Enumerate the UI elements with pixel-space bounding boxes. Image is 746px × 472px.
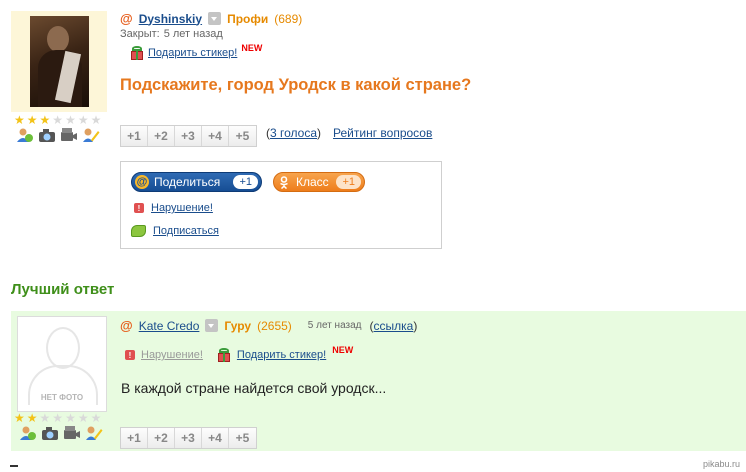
subscribe-row: Подписаться	[131, 225, 219, 237]
author-rank: Профи	[227, 11, 269, 26]
star-icon: ★	[77, 411, 89, 425]
ok-class-label: Класс	[296, 175, 329, 189]
answer-author-points: (2655)	[257, 318, 292, 333]
vote-plus-3[interactable]: +3	[175, 428, 202, 448]
vote-plus-4[interactable]: +4	[202, 428, 229, 448]
question-author-row: @ Dyshinskiy Профи (689)	[120, 11, 302, 26]
user-rating-stars: ★ ★ ★ ★ ★ ★ ★	[14, 114, 101, 126]
star-icon: ★	[90, 411, 102, 425]
warning-icon: !	[125, 350, 135, 360]
answer-link-paren-close: )	[413, 318, 418, 333]
question-avatar-frame	[11, 11, 107, 112]
vote-plus-2[interactable]: +2	[148, 126, 175, 146]
report-link[interactable]: Нарушение!	[151, 202, 213, 214]
subscribe-link[interactable]: Подписаться	[153, 225, 219, 237]
new-badge: NEW	[241, 43, 263, 53]
question-vote-buttons: +1 +2 +3 +4 +5	[120, 125, 257, 147]
answer-user-service-icons	[19, 425, 103, 441]
answer-avatar-placeholder[interactable]: НЕТ ФОТО	[17, 316, 107, 412]
subscribe-icon	[131, 225, 146, 237]
mail-share-label: Поделиться	[154, 175, 221, 189]
votes-paren-close: )	[317, 126, 322, 140]
answer-author-name-link[interactable]: Kate Credo	[139, 319, 200, 333]
answer-vote-buttons: +1 +2 +3 +4 +5	[120, 427, 257, 449]
camera-icon[interactable]	[41, 425, 59, 441]
gift-icon	[217, 348, 231, 362]
camera-icon[interactable]	[38, 127, 56, 143]
user-avatar-photo[interactable]	[30, 16, 89, 107]
mail-share-button[interactable]: @ Поделиться +1	[131, 172, 262, 192]
pencil-icon[interactable]	[85, 425, 103, 441]
profile-icon[interactable]	[16, 127, 34, 143]
star-icon: ★	[52, 411, 64, 425]
author-points: (689)	[274, 11, 303, 26]
gift-sticker-link[interactable]: Подарить стикер!	[148, 47, 237, 59]
user-service-icons	[16, 127, 100, 143]
answer-time: 5 лет назад	[307, 320, 362, 331]
vote-plus-1[interactable]: +1	[121, 126, 148, 146]
ok-class-count: +1	[336, 175, 361, 189]
watermark: pikabu.ru	[702, 459, 740, 469]
dropdown-icon[interactable]	[205, 319, 219, 332]
vote-plus-2[interactable]: +2	[148, 428, 175, 448]
odnoklassniki-icon	[277, 175, 291, 189]
answer-permalink[interactable]: ссылка	[374, 319, 414, 333]
vote-plus-5[interactable]: +5	[229, 126, 256, 146]
star-icon: ★	[90, 113, 102, 127]
question-status-row: Закрыт: 5 лет назад	[120, 28, 223, 40]
mail-at-icon: @	[120, 318, 133, 333]
answer-link-group: (ссылка)	[370, 319, 418, 333]
star-icon: ★	[14, 411, 25, 425]
gift-icon	[130, 46, 144, 60]
star-icon: ★	[26, 113, 38, 127]
best-answer-heading: Лучший ответ	[11, 281, 115, 298]
video-icon[interactable]	[63, 425, 81, 441]
closed-time: 5 лет назад	[163, 28, 223, 40]
mail-share-count: +1	[233, 175, 258, 189]
divider-dash	[10, 465, 18, 467]
answer-report-link[interactable]: Нарушение!	[141, 349, 203, 361]
answer-text: В каждой стране найдется свой уродск...	[121, 380, 387, 396]
answer-rating-stars: ★ ★ ★ ★ ★ ★ ★	[14, 412, 101, 424]
star-icon: ★	[39, 411, 51, 425]
dropdown-icon[interactable]	[208, 12, 222, 25]
vote-plus-4[interactable]: +4	[202, 126, 229, 146]
answer-author-row: @ Kate Credo Гуру (2655) 5 лет назад (сс…	[120, 318, 417, 333]
vote-plus-5[interactable]: +5	[229, 428, 256, 448]
votes-summary: ( 3 голоса ) Рейтинг вопросов	[266, 126, 432, 140]
mail-at-icon: @	[120, 11, 133, 26]
gift-sticker-row: Подарить стикер! NEW	[130, 43, 263, 60]
answer-gift-sticker-link[interactable]: Подарить стикер!	[237, 349, 326, 361]
star-icon: ★	[65, 411, 76, 425]
star-icon: ★	[77, 113, 89, 127]
ok-class-button[interactable]: Класс +1	[273, 172, 365, 192]
new-badge: NEW	[332, 345, 354, 355]
star-icon: ★	[39, 113, 51, 127]
star-icon: ★	[26, 411, 38, 425]
report-row: ! Нарушение!	[134, 202, 213, 214]
mail-at-icon: @	[135, 175, 149, 189]
vote-plus-1[interactable]: +1	[121, 428, 148, 448]
star-icon: ★	[14, 113, 25, 127]
vote-plus-3[interactable]: +3	[175, 126, 202, 146]
video-icon[interactable]	[60, 127, 78, 143]
no-photo-label: НЕТ ФОТО	[40, 393, 84, 402]
question-rating-link[interactable]: Рейтинг вопросов	[333, 126, 432, 140]
status-label: Закрыт:	[120, 28, 160, 40]
answer-author-rank: Гуру	[224, 318, 252, 333]
star-icon: ★	[65, 113, 76, 127]
answer-actions-row: ! Нарушение! Подарить стикер! NEW	[125, 345, 354, 362]
warning-icon: !	[134, 203, 144, 213]
author-name-link[interactable]: Dyshinskiy	[139, 12, 202, 26]
question-title: Подскажите, город Уродск в какой стране?	[120, 76, 472, 94]
votes-count-link[interactable]: 3 голоса	[270, 126, 317, 140]
share-panel: @ Поделиться +1 Класс +1 ! Нарушение! По…	[120, 161, 442, 249]
profile-icon[interactable]	[19, 425, 37, 441]
star-icon: ★	[52, 113, 64, 127]
pencil-icon[interactable]	[82, 127, 100, 143]
